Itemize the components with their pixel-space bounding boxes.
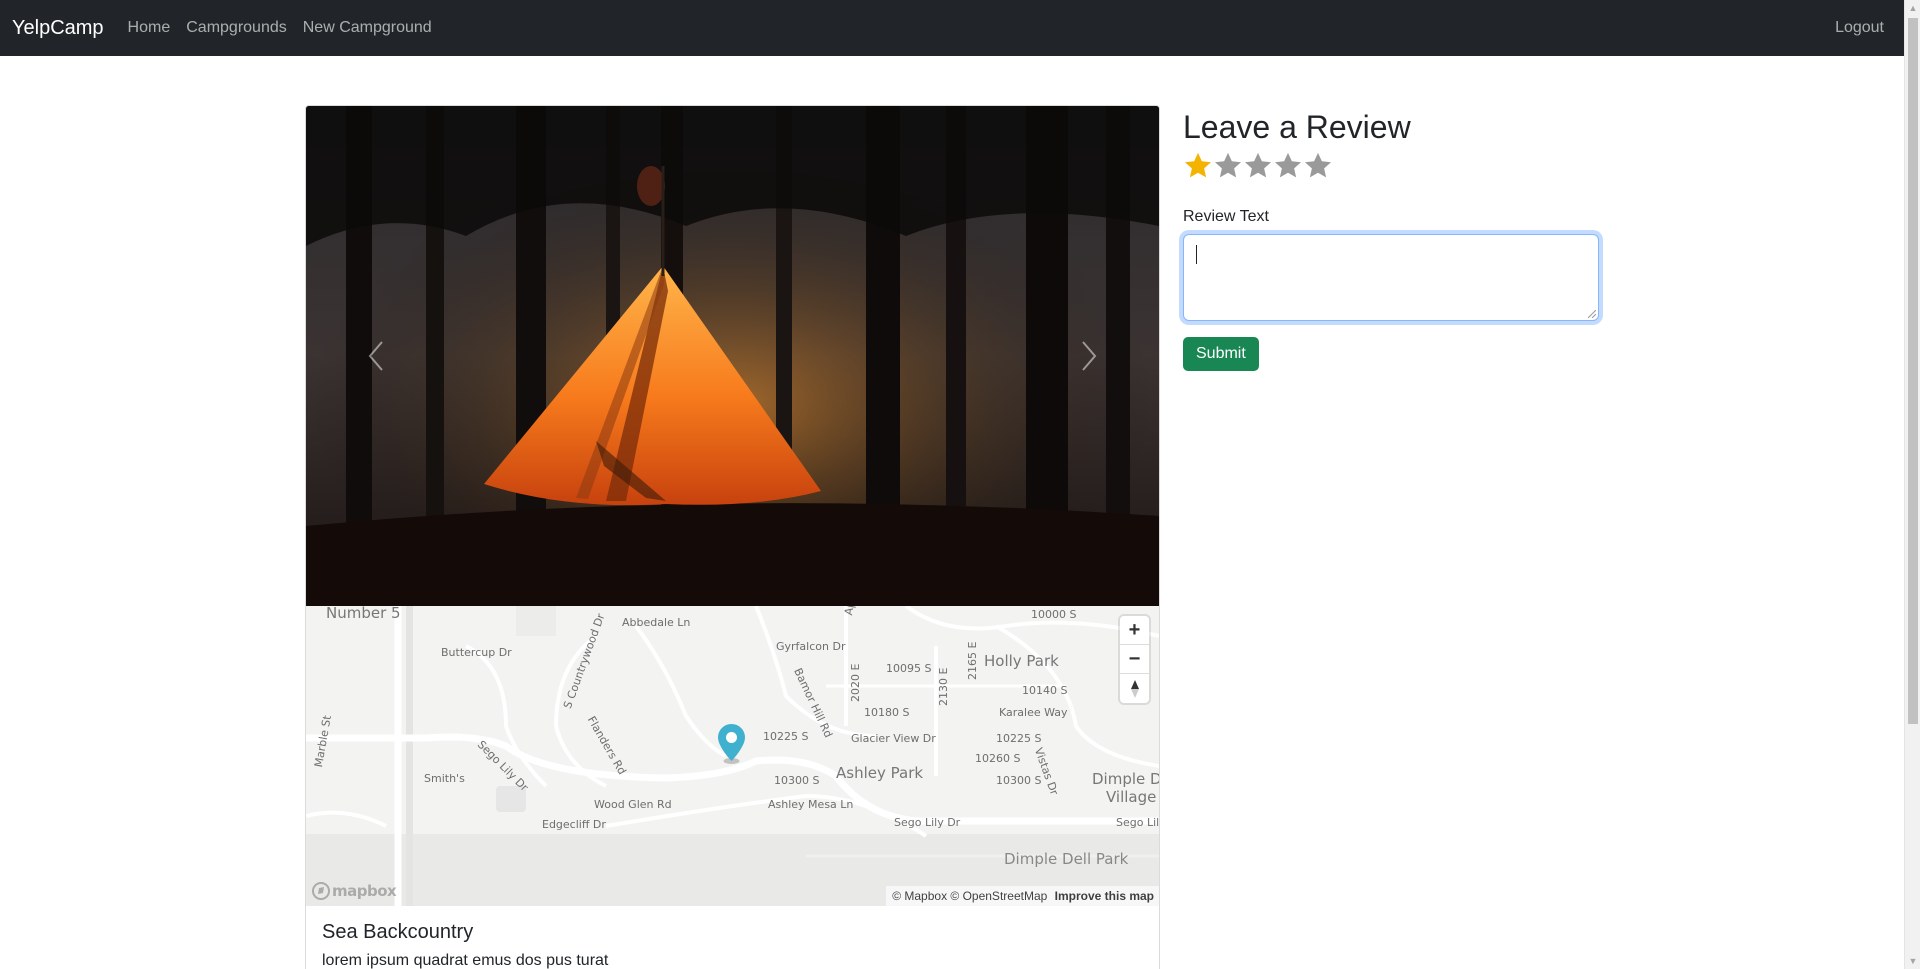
star-5-icon[interactable]	[1303, 151, 1333, 181]
map-label: 10225 S	[996, 732, 1042, 745]
map-label: 10300 S	[774, 774, 820, 787]
map-label: 10000 S	[1031, 608, 1077, 621]
campground-description: lorem ipsum quadrat emus dos pus turat	[322, 952, 609, 969]
carousel-next-button[interactable]	[1059, 326, 1119, 386]
star-2-icon[interactable]	[1213, 151, 1243, 181]
map-label: Ashley Mesa Ln	[768, 798, 854, 811]
review-text-input[interactable]	[1183, 234, 1599, 321]
mapbox-logo-text: mapbox	[332, 882, 397, 900]
scroll-thumb[interactable]	[1908, 18, 1918, 724]
map-label: Number 5	[326, 606, 401, 622]
map-marker-icon[interactable]	[718, 724, 745, 765]
map-label: 2165 E	[966, 641, 979, 680]
compass-icon	[1130, 679, 1139, 698]
map-label: 10260 S	[975, 752, 1021, 765]
mapbox-logo-icon	[312, 882, 330, 900]
map-label: Edgecliff Dr	[542, 818, 606, 831]
scroll-down-arrow-icon[interactable]: ▼	[1905, 953, 1920, 969]
star-3-icon[interactable]	[1243, 151, 1273, 181]
star-1-icon[interactable]	[1183, 151, 1213, 181]
map-compass-button[interactable]	[1120, 674, 1149, 703]
map-label: Holly Park	[984, 652, 1059, 670]
image-carousel	[306, 106, 1159, 606]
review-text-label: Review Text	[1183, 208, 1269, 225]
map-label: Sego Lily	[1116, 816, 1159, 829]
nav-new-campground-link[interactable]: New Campground	[303, 19, 432, 37]
mapbox-logo[interactable]: mapbox	[312, 882, 397, 900]
map-label: 10300 S	[996, 774, 1042, 787]
resize-handle-icon[interactable]	[1588, 310, 1596, 318]
logout-link[interactable]: Logout	[1835, 19, 1884, 37]
map-label: Abbedale Ln	[622, 616, 691, 629]
nav-campgrounds-link[interactable]: Campgrounds	[186, 19, 287, 37]
map-label: Karalee Way	[999, 706, 1068, 719]
campground-card: Number 5 Abbedale Ln Gyrfalcon Dr Aplora…	[305, 105, 1160, 969]
map-label: Dimple Dell Park	[1004, 850, 1129, 868]
review-form: Leave a Review Review Text Submit	[1183, 105, 1603, 371]
map-label: 10140 S	[1022, 684, 1068, 697]
scroll-up-arrow-icon[interactable]: ▲	[1905, 0, 1920, 16]
nav-home-link[interactable]: Home	[128, 19, 171, 37]
map-label: Village	[1106, 788, 1157, 806]
map-label: Ashley Park	[836, 764, 924, 782]
map-label: Sego Lily Dr	[894, 816, 961, 829]
map-zoom-in-button[interactable]: +	[1120, 616, 1149, 645]
map-label: 10095 S	[886, 662, 932, 675]
map-zoom-out-button[interactable]: −	[1120, 645, 1149, 674]
map-label: Dimple Dell	[1092, 770, 1159, 788]
review-heading: Leave a Review	[1183, 109, 1411, 145]
chevron-right-icon	[1082, 341, 1097, 371]
map-attribution: © Mapbox © OpenStreetMap Improve this ma…	[886, 886, 1159, 906]
map-attribution-text[interactable]: © Mapbox © OpenStreetMap	[892, 889, 1047, 903]
map-label: Glacier View Dr	[851, 732, 936, 745]
map-label: Wood Glen Rd	[594, 798, 672, 811]
star-rating[interactable]	[1183, 151, 1603, 185]
page-scrollbar[interactable]: ▲ ▼	[1904, 0, 1920, 969]
star-4-icon[interactable]	[1273, 151, 1303, 181]
submit-button[interactable]: Submit	[1183, 337, 1259, 371]
brand-link[interactable]: YelpCamp	[12, 17, 104, 40]
improve-map-link[interactable]: Improve this map	[1055, 889, 1154, 903]
navbar: YelpCamp Home Campgrounds New Campground…	[0, 0, 1904, 56]
map-label: 2130 E	[937, 667, 950, 706]
map-label: Buttercup Dr	[441, 646, 512, 659]
map-label: 10225 S	[763, 730, 809, 743]
map-label: Smith's	[424, 772, 465, 785]
map-label: Gyrfalcon Dr	[776, 640, 846, 653]
map-label: 2020 E	[849, 663, 862, 702]
carousel-prev-button[interactable]	[346, 326, 406, 386]
map-label: 10180 S	[864, 706, 910, 719]
campground-map[interactable]: Number 5 Abbedale Ln Gyrfalcon Dr Aplora…	[306, 606, 1159, 906]
text-caret	[1196, 245, 1197, 264]
chevron-left-icon	[368, 341, 383, 371]
campground-title: Sea Backcountry	[322, 921, 474, 943]
campground-photo	[306, 106, 1159, 606]
map-controls: + −	[1120, 616, 1149, 703]
card-body: Sea Backcountry lorem ipsum quadrat emus…	[306, 906, 1159, 969]
